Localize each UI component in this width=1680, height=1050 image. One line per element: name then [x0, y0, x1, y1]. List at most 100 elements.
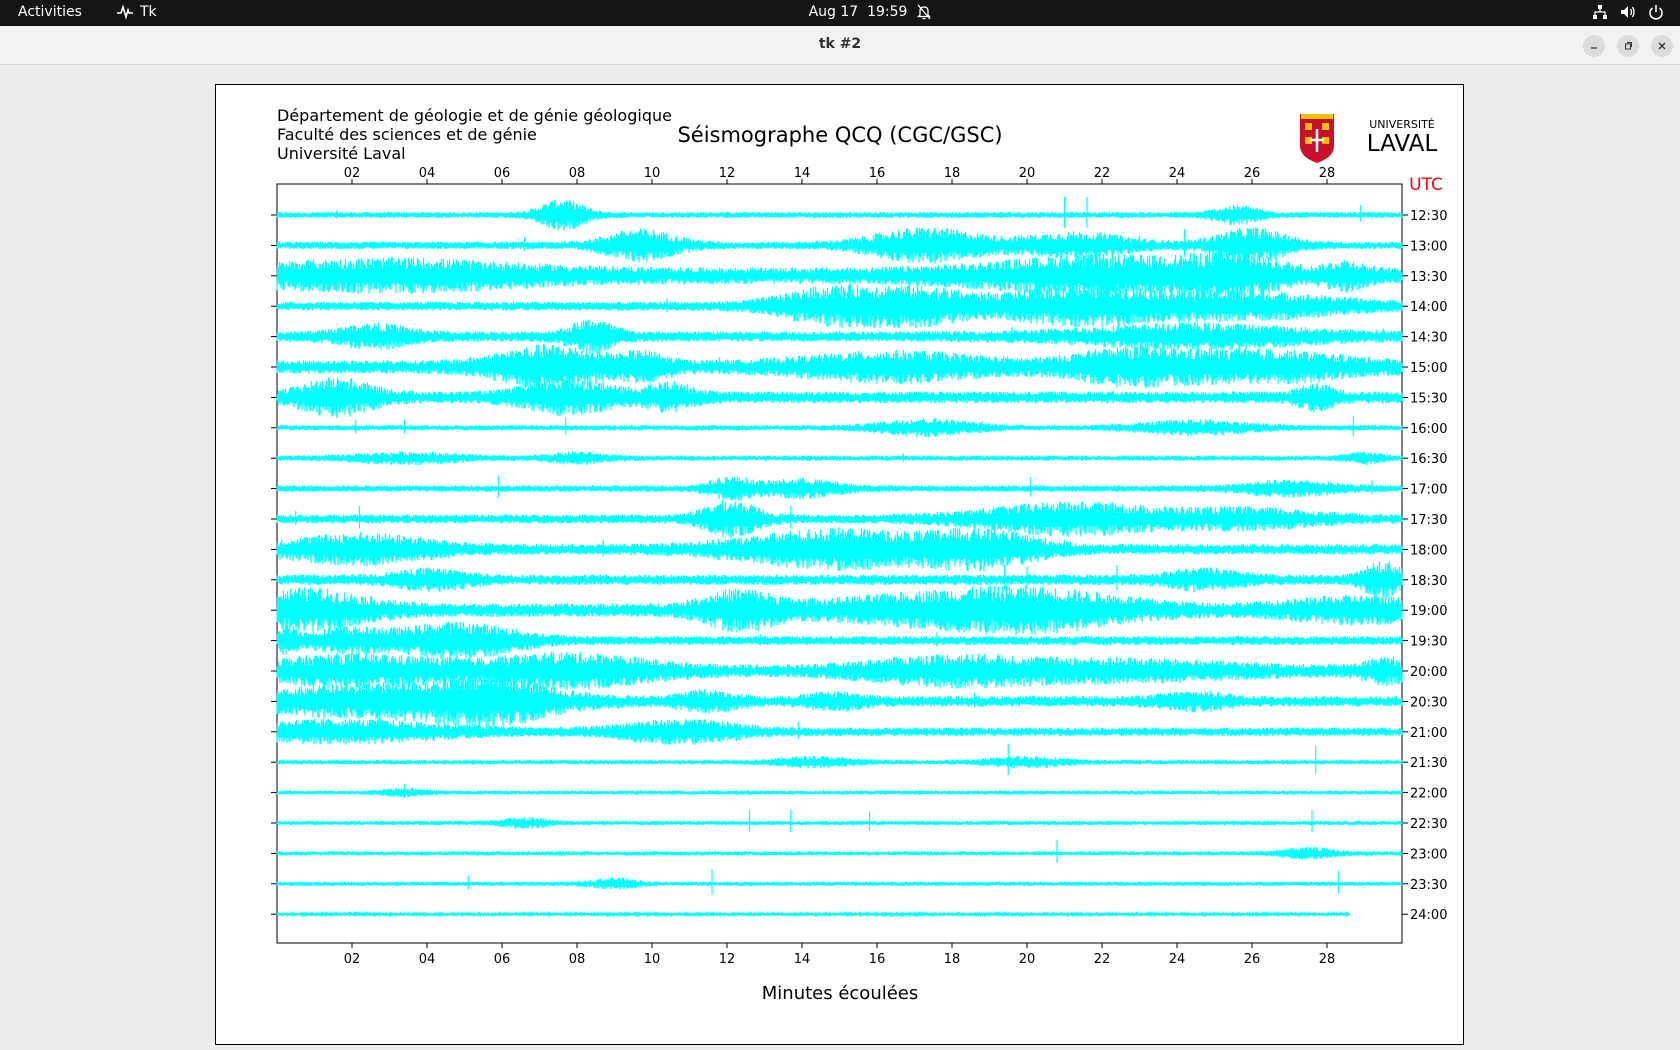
logo-text-bottom: LAVAL: [1367, 131, 1438, 157]
trace-16:30: [276, 451, 1403, 466]
time-label: 16:00: [1410, 422, 1447, 437]
top-x-tick-label: 04: [419, 166, 436, 181]
time-label: 21:00: [1410, 726, 1447, 741]
trace-18:00: [276, 527, 1403, 572]
trace-15:30: [276, 377, 1403, 419]
app-name: Tk: [140, 4, 157, 20]
maximize-button[interactable]: [1617, 35, 1639, 57]
trace-21:30: [276, 755, 1403, 769]
minimize-button[interactable]: [1583, 35, 1605, 57]
time-label: 13:30: [1410, 270, 1447, 285]
bottom-x-tick-label: 18: [944, 952, 961, 967]
window-title: tk #2: [818, 36, 862, 52]
bottom-x-tick-label: 14: [794, 952, 811, 967]
time-label: 13:00: [1410, 239, 1447, 254]
time-label: 20:00: [1410, 665, 1447, 680]
bottom-x-tick-label: 28: [1319, 952, 1336, 967]
trace-13:30: [276, 250, 1403, 300]
bottom-x-tick-label: 06: [494, 952, 511, 967]
time-label: 20:30: [1410, 695, 1447, 710]
clock-area[interactable]: Aug 17 19:59: [809, 4, 932, 20]
trace-20:30: [276, 674, 1403, 728]
top-x-tick-label: 12: [719, 166, 736, 181]
bottom-x-tick-label: 22: [1094, 952, 1111, 967]
top-x-tick-label: 24: [1169, 166, 1186, 181]
close-icon: [1658, 42, 1666, 50]
time-label: 15:30: [1410, 391, 1447, 406]
volume-icon: [1621, 6, 1635, 18]
time-label: 15:00: [1410, 361, 1447, 376]
minimize-icon: [1591, 47, 1597, 49]
institution-line-1: Département de géologie et de génie géol…: [277, 106, 672, 125]
trace-13:00: [276, 227, 1403, 264]
bottom-x-tick-label: 04: [419, 952, 436, 967]
top-x-tick-label: 02: [344, 166, 361, 181]
network-icon: [1593, 5, 1607, 19]
top-bar: Activities Tk Aug 17 19:59: [0, 0, 1680, 26]
trace-19:30: [276, 621, 1403, 660]
maximize-icon: [1625, 42, 1632, 50]
top-x-tick-label: 26: [1244, 166, 1261, 181]
window-titlebar[interactable]: tk #2: [0, 26, 1680, 65]
top-x-axis: 02 04 06 08 10 12 14 16 18 20 22 24 26 28: [344, 166, 1336, 184]
top-x-tick-label: 10: [644, 166, 661, 181]
system-tray[interactable]: [1592, 4, 1664, 20]
seismogram-plot: Département de géologie et de génie géol…: [271, 106, 1447, 1004]
time-label: 18:00: [1410, 543, 1447, 558]
power-icon: [1649, 5, 1663, 20]
top-x-tick-label: 14: [794, 166, 811, 181]
close-button[interactable]: [1651, 35, 1673, 57]
bottom-x-tick-label: 24: [1169, 952, 1186, 967]
bottom-x-tick-label: 02: [344, 952, 361, 967]
universite-laval-logo: UNIVERSITÉ LAVAL: [1300, 114, 1437, 163]
time-label: 17:00: [1410, 483, 1447, 498]
trace-23:00: [276, 846, 1403, 860]
trace-24:00: [276, 910, 1351, 918]
time-label: 17:30: [1410, 513, 1447, 528]
utc-label: UTC: [1409, 175, 1443, 195]
bottom-x-tick-label: 10: [644, 952, 661, 967]
trace-22:30: [276, 817, 1403, 830]
time-label: 23:00: [1410, 847, 1447, 862]
trace-16:00: [276, 418, 1403, 438]
institution-line-2: Faculté des sciences et de génie: [277, 125, 537, 144]
trace-15:00: [276, 344, 1403, 390]
bell-off-icon: [917, 4, 932, 20]
chart-title: Séismographe QCQ (CGC/GSC): [677, 123, 1002, 147]
time-label: 19:00: [1410, 604, 1447, 619]
time-label: 24:00: [1410, 908, 1447, 923]
top-x-tick-label: 22: [1094, 166, 1111, 181]
top-x-tick-label: 16: [869, 166, 886, 181]
bottom-x-tick-label: 20: [1019, 952, 1036, 967]
time-label: 19:30: [1410, 635, 1447, 650]
bottom-x-axis: 02 04 06 08 10 12 14 16 18 20 22 24 26 28: [344, 943, 1336, 967]
bottom-x-tick-label: 12: [719, 952, 736, 967]
top-x-tick-label: 06: [494, 166, 511, 181]
top-x-tick-label: 08: [569, 166, 586, 181]
logo-text-top: UNIVERSITÉ: [1369, 118, 1435, 131]
trace-23:30: [276, 877, 1403, 890]
activities-button[interactable]: Activities: [18, 4, 82, 20]
time-label: 22:30: [1410, 817, 1447, 832]
time-label: 22:00: [1410, 787, 1447, 802]
trace-22:00: [276, 787, 1403, 798]
time-label: 14:00: [1410, 300, 1447, 315]
clock: Aug 17 19:59: [808, 4, 908, 20]
time-label: 16:30: [1410, 452, 1447, 467]
time-label: 23:30: [1410, 878, 1447, 893]
time-label: 14:30: [1410, 331, 1447, 346]
time-label: 12:30: [1410, 209, 1447, 224]
trace-17:30: [276, 500, 1403, 539]
seismic-traces: [276, 196, 1403, 918]
bottom-x-tick-label: 08: [569, 952, 586, 967]
x-axis-label: Minutes écoulées: [762, 983, 919, 1004]
bottom-x-tick-label: 26: [1244, 952, 1261, 967]
top-x-tick-label: 28: [1319, 166, 1336, 181]
trace-21:00: [276, 718, 1403, 745]
top-x-tick-label: 20: [1019, 166, 1036, 181]
institution-line-3: Université Laval: [277, 144, 406, 163]
trace-17:00: [276, 476, 1403, 501]
bottom-x-tick-label: 16: [869, 952, 886, 967]
app-menu[interactable]: Tk: [116, 4, 157, 20]
time-label: 18:30: [1410, 574, 1447, 589]
